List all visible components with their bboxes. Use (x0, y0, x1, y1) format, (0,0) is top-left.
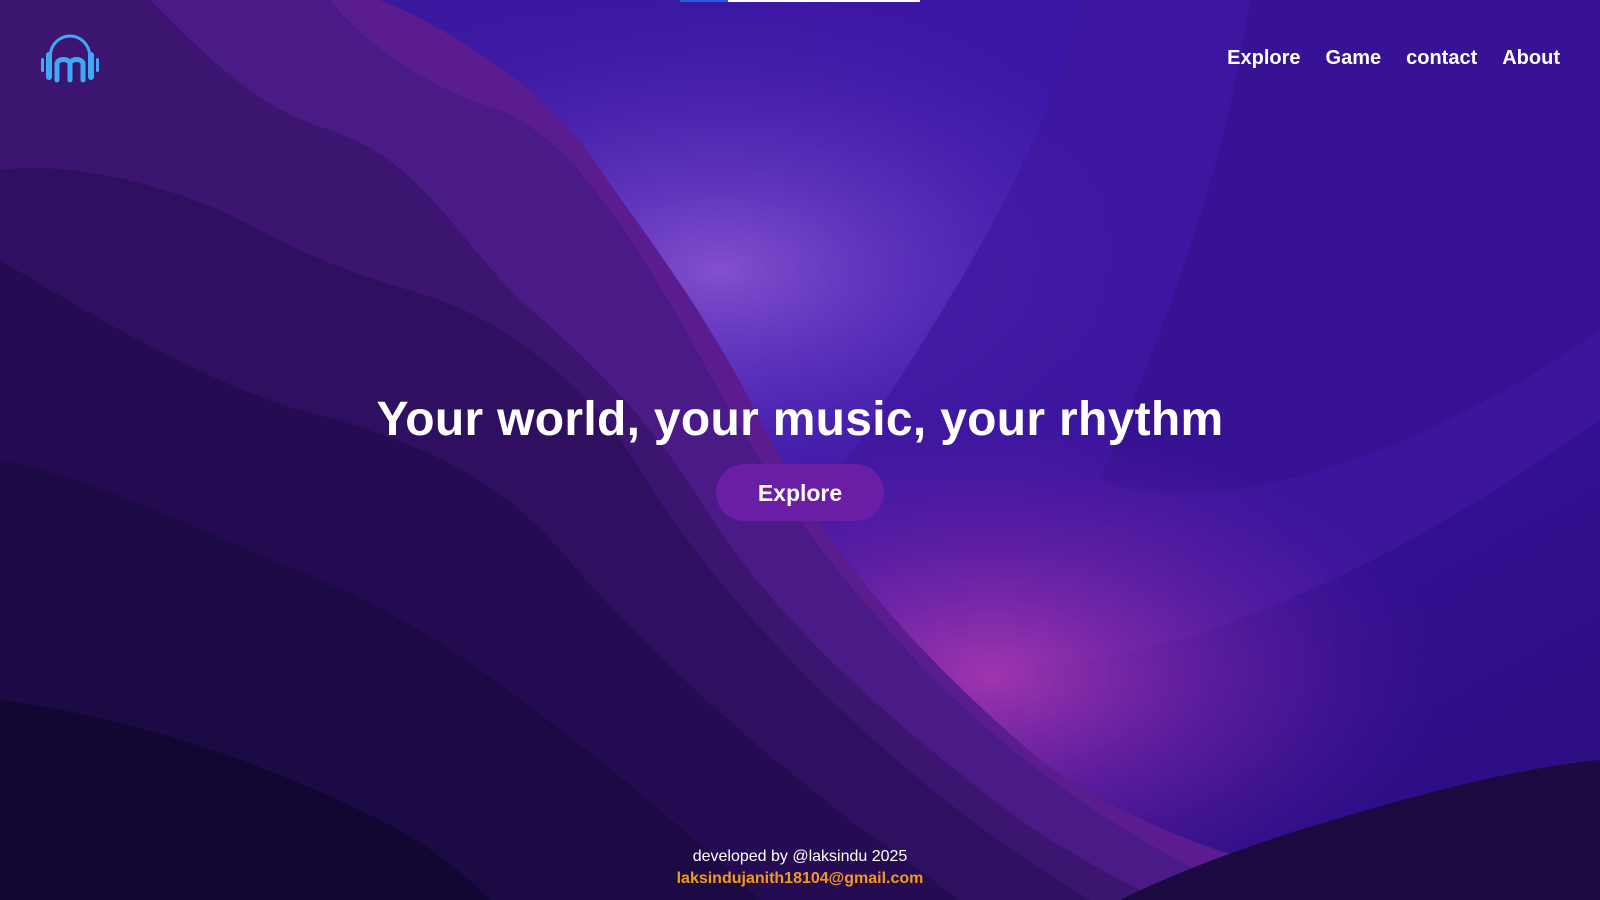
footer: developed by @laksindu 2025 laksindujani… (0, 846, 1600, 890)
nav-link-contact[interactable]: contact (1406, 45, 1477, 71)
nav-links: Explore Game contact About (1227, 45, 1560, 71)
top-navigation: Explore Game contact About (0, 0, 1600, 118)
hero-section: Your world, your music, your rhythm Expl… (0, 392, 1600, 521)
top-loading-bar (680, 0, 920, 2)
headphones-music-logo-icon[interactable] (40, 34, 100, 84)
nav-link-game[interactable]: Game (1326, 45, 1382, 71)
contact-email-link[interactable]: laksindujanith18104@gmail.com (677, 870, 924, 887)
nav-link-about[interactable]: About (1502, 45, 1560, 71)
landing-page: Explore Game contact About Your world, y… (0, 0, 1600, 900)
nav-link-explore[interactable]: Explore (1227, 45, 1300, 71)
developer-credit: developed by @laksindu 2025 (692, 848, 908, 865)
loading-bar-track (728, 0, 920, 2)
hero-title: Your world, your music, your rhythm (376, 393, 1224, 446)
explore-button[interactable]: Explore (716, 464, 884, 521)
loading-bar-fill (680, 0, 728, 2)
